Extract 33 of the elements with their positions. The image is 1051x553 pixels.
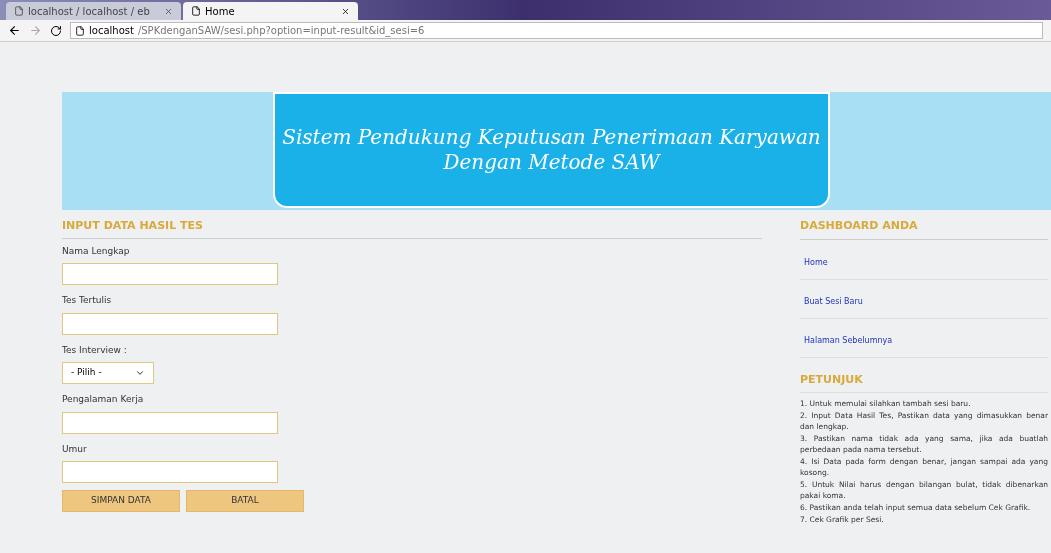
text-field[interactable] [62,263,278,285]
section-heading: PETUNJUK [800,371,1048,393]
text-field[interactable] [62,461,278,483]
forward-icon[interactable] [29,24,42,37]
url-host: localhost [89,24,134,38]
url-field[interactable]: localhost /SPKdenganSAW/sesi.php?option=input-result&id_sesi=6 [70,22,1043,39]
dashboard-link[interactable]: Halaman Sebelumnya [804,335,893,345]
field-label: Tes Tertulis [62,294,113,307]
dashboard-link[interactable]: Home [804,257,828,267]
field-label: Pengalaman Kerja [62,393,145,406]
banner-subtitle: Dengan Metode SAW [443,150,660,175]
form-button[interactable]: BATAL [186,490,304,512]
reload-icon[interactable] [50,24,62,37]
text-field[interactable] [62,411,278,434]
close-icon[interactable] [341,6,350,16]
section-heading: INPUT DATA HASIL TES [62,218,762,239]
field-label: Nama Lengkap [62,244,131,258]
browser-tab[interactable]: Home [183,2,358,20]
url-path: /SPKdenganSAW/sesi.php?option=input-result&id_sesi=6 [137,24,425,38]
page-icon [75,25,85,36]
page-icon [14,6,24,16]
section-heading: DASHBOARD ANDA [800,218,1048,240]
text-field[interactable] [62,312,278,335]
field-label: Tes Interview : [62,343,128,357]
banner-title: Sistem Pendukung Keputusan Penerimaan Karyawan [282,125,821,150]
back-icon[interactable] [8,24,21,37]
select-field[interactable]: - Pilih - [62,362,154,384]
browser-tab[interactable]: localhost / localhost / eb [6,2,181,20]
dashboard-link[interactable]: Buat Sesi Baru [804,296,863,306]
page-icon [191,6,201,16]
field-label: Umur [62,442,88,456]
dropdown-icon [135,368,145,378]
form-button[interactable]: SIMPAN DATA [62,490,180,512]
